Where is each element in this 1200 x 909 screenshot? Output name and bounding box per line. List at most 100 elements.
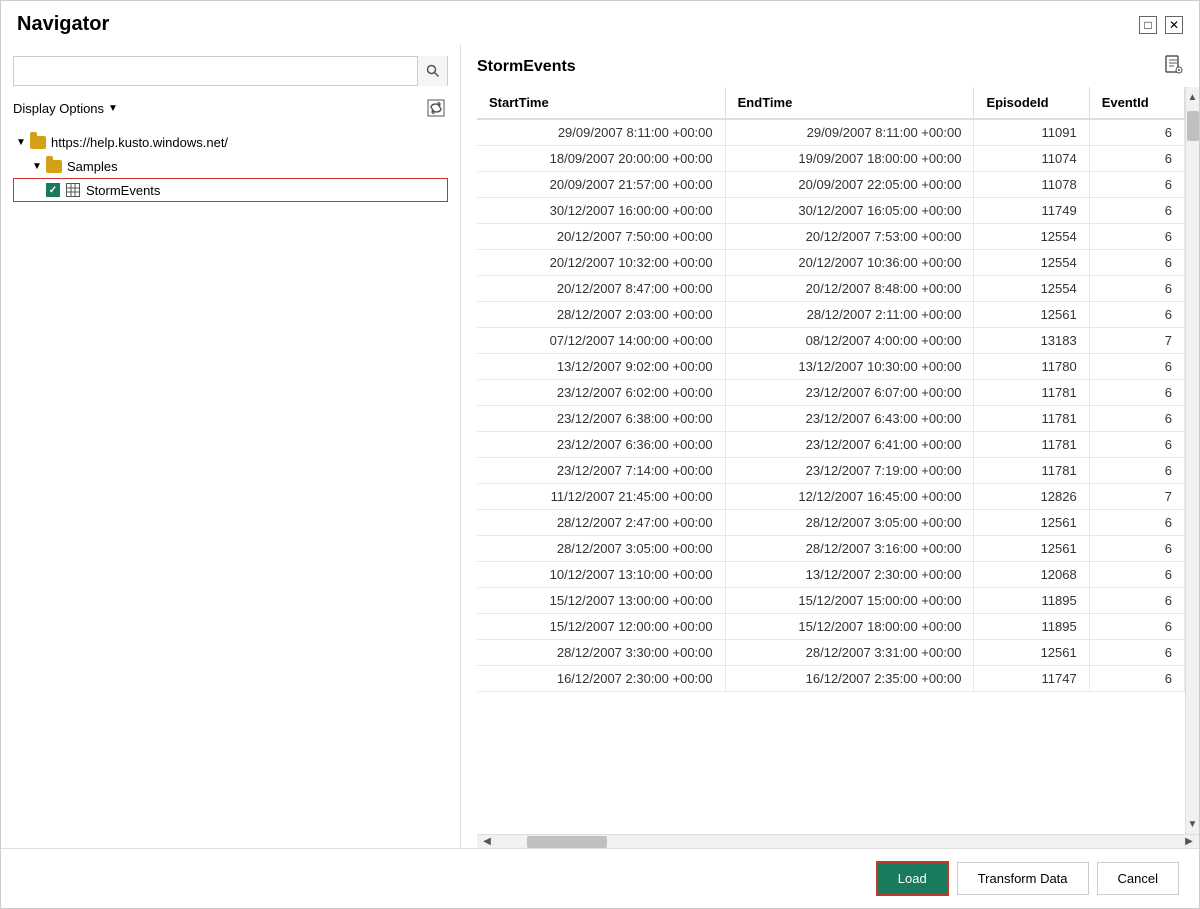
table-checkbox-icon[interactable] [46,183,60,197]
cell-starttime: 23/12/2007 7:14:00 +00:00 [477,458,725,484]
footer: Load Transform Data Cancel [1,848,1199,908]
table-row: 10/12/2007 13:10:00 +00:00 13/12/2007 2:… [477,562,1185,588]
cell-endtime: 30/12/2007 16:05:00 +00:00 [725,198,974,224]
cell-endtime: 23/12/2007 6:43:00 +00:00 [725,406,974,432]
cell-endtime: 20/09/2007 22:05:00 +00:00 [725,172,974,198]
table-row: 23/12/2007 6:38:00 +00:00 23/12/2007 6:4… [477,406,1185,432]
cell-starttime: 30/12/2007 16:00:00 +00:00 [477,198,725,224]
cell-episodeid: 11895 [974,614,1089,640]
cell-starttime: 07/12/2007 14:00:00 +00:00 [477,328,725,354]
right-panel-title: StormEvents [477,58,576,76]
cell-eventid: 6 [1089,666,1184,692]
scroll-thumb-h[interactable] [527,836,607,848]
table-row: 23/12/2007 6:02:00 +00:00 23/12/2007 6:0… [477,380,1185,406]
table-row: 13/12/2007 9:02:00 +00:00 13/12/2007 10:… [477,354,1185,380]
data-source-icon [1163,54,1183,79]
cancel-button[interactable]: Cancel [1097,862,1179,895]
search-input[interactable] [14,60,417,83]
cell-eventid: 6 [1089,302,1184,328]
cell-starttime: 28/12/2007 2:03:00 +00:00 [477,302,725,328]
cell-episodeid: 11780 [974,354,1089,380]
cell-starttime: 29/09/2007 8:11:00 +00:00 [477,119,725,146]
table-row: 23/12/2007 6:36:00 +00:00 23/12/2007 6:4… [477,432,1185,458]
title-bar-controls: □ ✕ [1139,16,1183,34]
horizontal-scrollbar[interactable]: ◀ ▶ [477,834,1199,848]
load-button[interactable]: Load [876,861,949,896]
tree-db-item[interactable]: ▼ Samples [13,154,448,178]
cell-starttime: 13/12/2007 9:02:00 +00:00 [477,354,725,380]
table-row: 28/12/2007 2:03:00 +00:00 28/12/2007 2:1… [477,302,1185,328]
cell-endtime: 20/12/2007 8:48:00 +00:00 [725,276,974,302]
cell-endtime: 23/12/2007 6:41:00 +00:00 [725,432,974,458]
cell-episodeid: 11895 [974,588,1089,614]
cell-episodeid: 12554 [974,250,1089,276]
cell-endtime: 23/12/2007 7:19:00 +00:00 [725,458,974,484]
cell-episodeid: 12554 [974,224,1089,250]
cell-episodeid: 13183 [974,328,1089,354]
cell-episodeid: 11781 [974,406,1089,432]
cell-episodeid: 11091 [974,119,1089,146]
toolbar-row: Display Options ▼ [13,96,448,120]
cell-episodeid: 11074 [974,146,1089,172]
right-panel-header: StormEvents [461,54,1199,87]
table-row: 16/12/2007 2:30:00 +00:00 16/12/2007 2:3… [477,666,1185,692]
scroll-thumb-v[interactable] [1187,111,1199,141]
display-options-button[interactable]: Display Options ▼ [13,101,118,116]
cell-starttime: 28/12/2007 3:30:00 +00:00 [477,640,725,666]
scroll-track-v[interactable] [1186,107,1200,814]
table-row: 20/12/2007 8:47:00 +00:00 20/12/2007 8:4… [477,276,1185,302]
cell-episodeid: 12561 [974,302,1089,328]
cell-starttime: 23/12/2007 6:36:00 +00:00 [477,432,725,458]
content-area: Display Options ▼ ▼ [1,44,1199,848]
search-button[interactable] [417,56,447,86]
db-name-label: Samples [67,159,118,174]
scroll-up-arrow[interactable]: ▲ [1186,87,1200,107]
cell-eventid: 6 [1089,250,1184,276]
table-row: 20/12/2007 7:50:00 +00:00 20/12/2007 7:5… [477,224,1185,250]
data-table: StartTime EndTime EpisodeId EventId 29/0… [477,87,1185,692]
cell-eventid: 7 [1089,484,1184,510]
cell-episodeid: 11781 [974,432,1089,458]
cell-episodeid: 12561 [974,640,1089,666]
cell-starttime: 20/12/2007 7:50:00 +00:00 [477,224,725,250]
cell-eventid: 6 [1089,536,1184,562]
table-row: 30/12/2007 16:00:00 +00:00 30/12/2007 16… [477,198,1185,224]
cell-endtime: 08/12/2007 4:00:00 +00:00 [725,328,974,354]
cell-starttime: 16/12/2007 2:30:00 +00:00 [477,666,725,692]
search-box-container [13,56,448,86]
scroll-down-arrow[interactable]: ▼ [1186,814,1200,834]
vertical-scrollbar[interactable]: ▲ ▼ [1185,87,1199,834]
cell-eventid: 6 [1089,458,1184,484]
minimize-button[interactable]: □ [1139,16,1157,34]
transform-data-button[interactable]: Transform Data [957,862,1089,895]
col-header-eventid[interactable]: EventId [1089,87,1184,119]
tree-table-item[interactable]: StormEvents [13,178,448,202]
cell-eventid: 6 [1089,432,1184,458]
cell-eventid: 6 [1089,406,1184,432]
cell-endtime: 13/12/2007 2:30:00 +00:00 [725,562,974,588]
cell-episodeid: 11078 [974,172,1089,198]
col-header-episodeid[interactable]: EpisodeId [974,87,1089,119]
table-scroll-area[interactable]: StartTime EndTime EpisodeId EventId 29/0… [477,87,1185,834]
folder-icon-db [45,157,63,175]
table-row: 15/12/2007 13:00:00 +00:00 15/12/2007 15… [477,588,1185,614]
close-button[interactable]: ✕ [1165,16,1183,34]
cell-endtime: 20/12/2007 7:53:00 +00:00 [725,224,974,250]
col-header-endtime[interactable]: EndTime [725,87,974,119]
refresh-icon[interactable] [424,96,448,120]
scroll-left-arrow[interactable]: ◀ [477,835,497,849]
table-row: 28/12/2007 2:47:00 +00:00 28/12/2007 3:0… [477,510,1185,536]
cell-starttime: 28/12/2007 3:05:00 +00:00 [477,536,725,562]
cell-eventid: 6 [1089,172,1184,198]
cell-eventid: 6 [1089,380,1184,406]
cell-endtime: 12/12/2007 16:45:00 +00:00 [725,484,974,510]
scroll-track-h[interactable] [497,835,1179,849]
scroll-right-arrow[interactable]: ▶ [1179,835,1199,849]
cell-episodeid: 12561 [974,510,1089,536]
cell-eventid: 6 [1089,640,1184,666]
cell-episodeid: 12554 [974,276,1089,302]
tree-server-item[interactable]: ▼ https://help.kusto.windows.net/ [13,130,448,154]
col-header-starttime[interactable]: StartTime [477,87,725,119]
cell-endtime: 15/12/2007 15:00:00 +00:00 [725,588,974,614]
cell-starttime: 11/12/2007 21:45:00 +00:00 [477,484,725,510]
